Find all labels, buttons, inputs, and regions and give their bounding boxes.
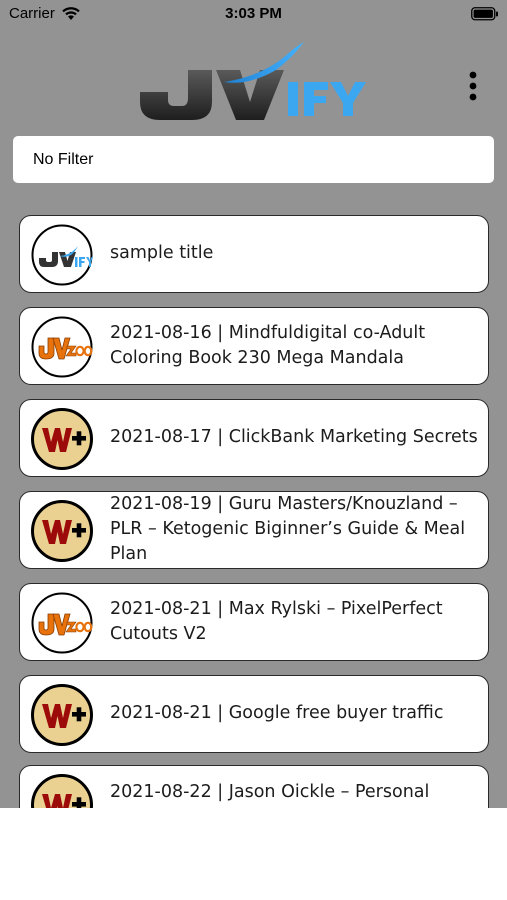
list-item[interactable]: 2021-08-21 | Max Rylski – PixelPerfect C… xyxy=(19,583,489,661)
jvify-avatar-icon xyxy=(31,224,93,286)
battery-icon xyxy=(471,7,499,26)
warrior-plus-avatar-icon xyxy=(31,408,93,470)
more-menu-button[interactable] xyxy=(462,70,484,104)
jvzoo-avatar-icon xyxy=(31,592,93,654)
app-header xyxy=(0,28,507,128)
jvzoo-avatar-icon xyxy=(31,316,93,378)
item-title: 2021-08-19 | Guru Masters/Knouzland – PL… xyxy=(110,494,466,564)
list-item[interactable]: 2021-08-16 | Mindfuldigital co-Adult Col… xyxy=(19,307,489,385)
warrior-plus-avatar-icon xyxy=(31,774,93,808)
item-title: 2021-08-21 | Google free buyer traffic xyxy=(110,703,444,723)
item-title: 2021-08-21 | Max Rylski – PixelPerfect C… xyxy=(110,598,443,644)
status-bar: Carrier 3:03 PM xyxy=(0,0,507,28)
filter-value: No Filter xyxy=(33,151,94,168)
filter-field[interactable]: No Filter xyxy=(13,136,494,183)
item-title: 2021-08-16 | Mindfuldigital co-Adult Col… xyxy=(110,322,426,368)
item-title: 2021-08-17 | ClickBank Marketing Secrets xyxy=(110,427,478,447)
list-item[interactable]: 2021-08-17 | ClickBank Marketing Secrets xyxy=(19,399,489,477)
clock: 3:03 PM xyxy=(225,5,282,22)
warrior-plus-avatar-icon xyxy=(31,684,93,746)
list-item[interactable]: 2021-08-19 | Guru Masters/Knouzland – PL… xyxy=(19,491,489,569)
list-item[interactable]: 2021-08-22 | Jason Oickle – Personal xyxy=(19,765,489,808)
more-vertical-icon xyxy=(469,71,477,101)
list-item[interactable]: sample title xyxy=(19,215,489,293)
item-title: sample title xyxy=(110,243,214,263)
app-screen: Carrier 3:03 PM No Filter sample title 2… xyxy=(0,0,507,808)
item-title: 2021-08-22 | Jason Oickle – Personal xyxy=(110,782,430,802)
jvify-logo xyxy=(138,40,370,129)
warrior-plus-avatar-icon xyxy=(31,500,93,562)
list-item[interactable]: 2021-08-21 | Google free buyer traffic xyxy=(19,675,489,753)
